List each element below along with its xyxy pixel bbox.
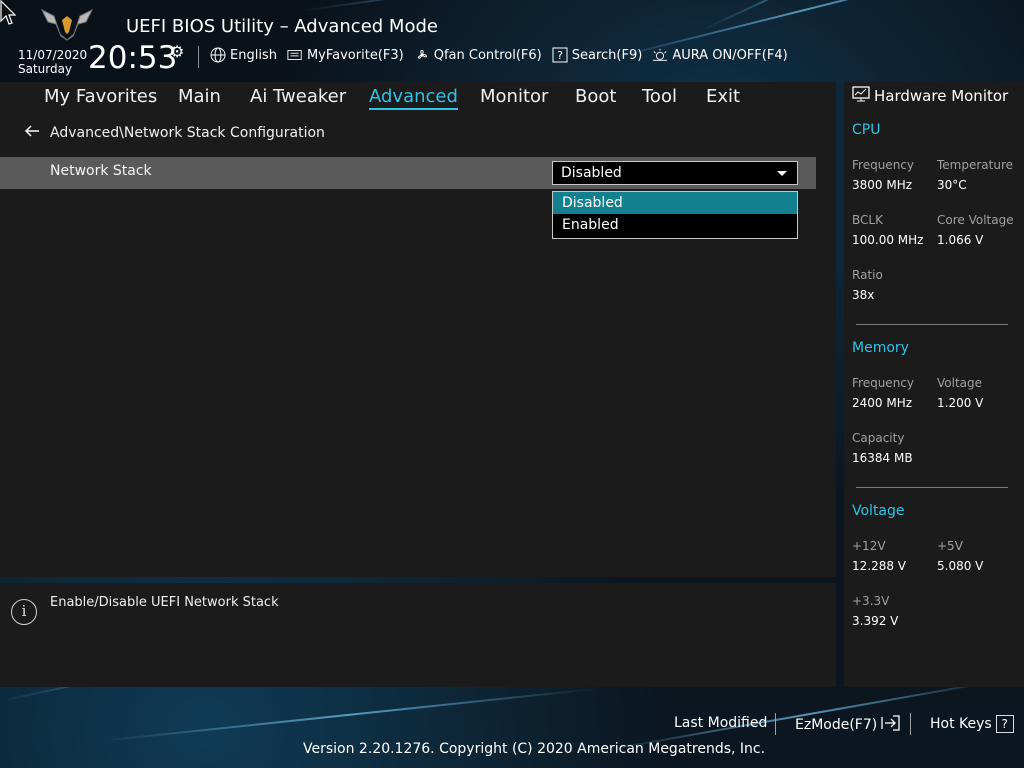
header: UEFI BIOS Utility – Advanced Mode 11/07/…: [0, 0, 1024, 82]
ratio-label: Ratio: [852, 268, 883, 282]
tab-tool[interactable]: Tool: [642, 86, 677, 107]
gear-icon[interactable]: ⚙: [170, 42, 184, 61]
help-text: Enable/Disable UEFI Network Stack: [50, 595, 279, 610]
cpu-temperature-label: Temperature: [937, 158, 1014, 172]
language-label: English: [230, 47, 277, 63]
v12-value: 12.288 V: [852, 559, 907, 573]
footer: Last Modified EzMode(F7) Hot Keys ? Vers…: [0, 687, 1024, 768]
window-title: UEFI BIOS Utility – Advanced Mode: [126, 16, 438, 37]
qfan-control-button[interactable]: Qfan Control(F6): [414, 47, 542, 63]
memory-voltage-value: 1.200 V: [937, 396, 984, 410]
tab-ai-tweaker[interactable]: Ai Tweaker: [250, 86, 346, 107]
tab-boot[interactable]: Boot: [575, 86, 616, 107]
memory-section-title: Memory: [852, 340, 909, 356]
footer-divider: [910, 713, 911, 735]
v5-value: 5.080 V: [937, 559, 984, 573]
core-voltage-label: Core Voltage: [937, 213, 1014, 227]
setting-label: Network Stack: [50, 163, 152, 179]
hw-divider: [856, 487, 1008, 488]
hot-keys-button[interactable]: Hot Keys ?: [930, 715, 1014, 733]
main-tabs: My Favorites Main Ai Tweaker Advanced Mo…: [0, 82, 836, 110]
toolbar: English MyFavorite(F3) Qfan Control(F6) …: [210, 47, 788, 63]
search-icon: ?: [552, 47, 568, 63]
hardware-monitor-title: Hardware Monitor: [874, 87, 1009, 105]
network-stack-select[interactable]: Disabled: [552, 161, 798, 185]
voltage-section-title: Voltage: [852, 503, 905, 519]
language-button[interactable]: English: [210, 47, 277, 63]
ezmode-label: EzMode(F7): [795, 717, 878, 733]
day-text: Saturday: [18, 62, 73, 76]
v12-label: +12V: [852, 539, 886, 553]
cpu-frequency-label: Frequency: [852, 158, 914, 172]
mouse-cursor-icon: [0, 0, 16, 25]
option-disabled[interactable]: Disabled: [553, 192, 797, 214]
hardware-monitor-panel: Hardware Monitor CPU Frequency Temperatu…: [844, 82, 1024, 687]
dropdown-options: Disabled Enabled: [552, 191, 798, 239]
memory-frequency-label: Frequency: [852, 376, 914, 390]
monitor-icon: [852, 86, 870, 106]
exit-to-ezmode-icon: [881, 715, 901, 735]
core-voltage-value: 1.066 V: [937, 233, 984, 247]
capacity-value: 16384 MB: [852, 451, 913, 465]
header-divider: [198, 46, 199, 68]
memory-voltage-label: Voltage: [937, 376, 983, 390]
date-display: 11/07/2020 Saturday: [18, 48, 87, 76]
select-value: Disabled: [561, 165, 622, 181]
hot-keys-label: Hot Keys: [930, 716, 992, 732]
globe-icon: [210, 47, 226, 63]
svg-text:?: ?: [557, 49, 563, 62]
help-panel: i Enable/Disable UEFI Network Stack: [0, 583, 836, 687]
breadcrumb: Advanced\Network Stack Configuration: [24, 125, 325, 141]
last-modified-label: Last Modified: [674, 715, 768, 731]
fan-icon: [414, 47, 430, 63]
last-modified-button[interactable]: Last Modified: [674, 715, 767, 731]
tab-advanced[interactable]: Advanced: [369, 86, 458, 110]
ezmode-button[interactable]: EzMode(F7): [795, 715, 901, 735]
myfavorite-button[interactable]: MyFavorite(F3): [287, 47, 404, 63]
v33-value: 3.392 V: [852, 614, 899, 628]
setting-row-network-stack[interactable]: Network Stack Disabled: [0, 157, 816, 189]
tab-exit[interactable]: Exit: [706, 86, 740, 107]
aura-label: AURA ON/OFF(F4): [672, 47, 788, 63]
aura-icon: [652, 47, 668, 63]
v5-label: +5V: [937, 539, 963, 553]
search-label: Search(F9): [571, 47, 643, 63]
tab-main[interactable]: Main: [178, 86, 221, 107]
option-enabled[interactable]: Enabled: [553, 214, 797, 236]
back-arrow-icon[interactable]: [24, 125, 40, 141]
v33-label: +3.3V: [852, 594, 890, 608]
copyright-text: Version 2.20.1276. Copyright (C) 2020 Am…: [303, 741, 766, 757]
cpu-section-title: CPU: [852, 122, 881, 138]
tab-my-favorites[interactable]: My Favorites: [44, 86, 157, 107]
help-question-icon: ?: [995, 715, 1014, 733]
tab-monitor[interactable]: Monitor: [480, 86, 548, 107]
bclk-value: 100.00 MHz: [852, 233, 924, 247]
tuf-logo: [40, 8, 94, 41]
bclk-label: BCLK: [852, 213, 883, 227]
caret-down-icon: [777, 171, 787, 176]
hardware-monitor-header: Hardware Monitor: [852, 86, 1008, 106]
date-text: 11/07/2020: [18, 48, 88, 62]
memory-frequency-value: 2400 MHz: [852, 396, 913, 410]
favorite-icon: [287, 47, 303, 63]
myfavorite-label: MyFavorite(F3): [306, 47, 404, 63]
breadcrumb-path: Advanced\Network Stack Configuration: [50, 125, 325, 141]
footer-divider: [775, 713, 776, 735]
search-button[interactable]: ? Search(F9): [552, 47, 643, 63]
ratio-value: 38x: [852, 288, 875, 302]
cpu-temperature-value: 30°C: [937, 178, 967, 192]
capacity-label: Capacity: [852, 431, 905, 445]
main-panel: My Favorites Main Ai Tweaker Advanced Mo…: [0, 82, 836, 577]
qfan-control-label: Qfan Control(F6): [433, 47, 542, 63]
hw-divider: [856, 324, 1008, 325]
cpu-frequency-value: 3800 MHz: [852, 178, 913, 192]
aura-button[interactable]: AURA ON/OFF(F4): [652, 47, 788, 63]
info-icon: i: [11, 599, 37, 625]
clock: 20:53: [88, 40, 178, 76]
